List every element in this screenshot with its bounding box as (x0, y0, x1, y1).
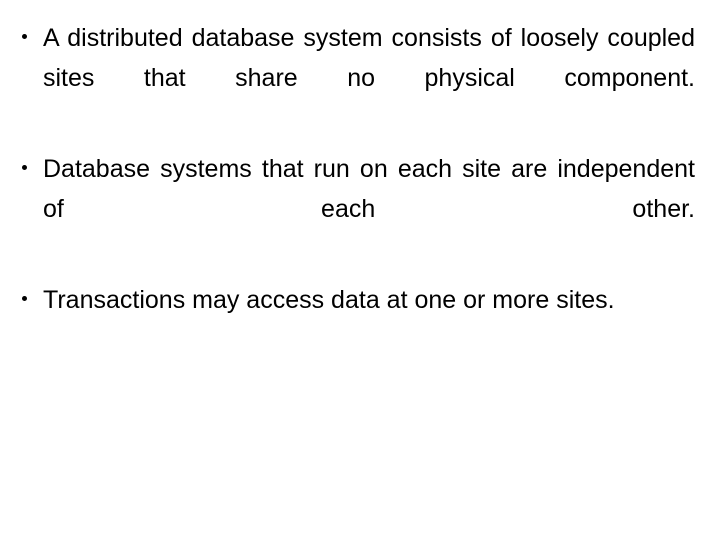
list-item: A distributed database system consists o… (0, 18, 720, 138)
list-item: Database systems that run on each site a… (0, 149, 720, 269)
bullet-item-text: Transactions may access data at one or m… (43, 286, 615, 314)
bullet-point-icon (22, 34, 27, 39)
bullet-point-icon (22, 165, 27, 170)
bullet-item-text: A distributed database system consists o… (43, 24, 695, 92)
bullet-point-icon (22, 296, 27, 301)
slide-canvas: A distributed database system consists o… (0, 0, 720, 540)
list-item: Transactions may access data at one or m… (0, 280, 720, 360)
bullet-list: A distributed database system consists o… (0, 18, 720, 360)
bullet-item-text: Database systems that run on each site a… (43, 155, 695, 223)
